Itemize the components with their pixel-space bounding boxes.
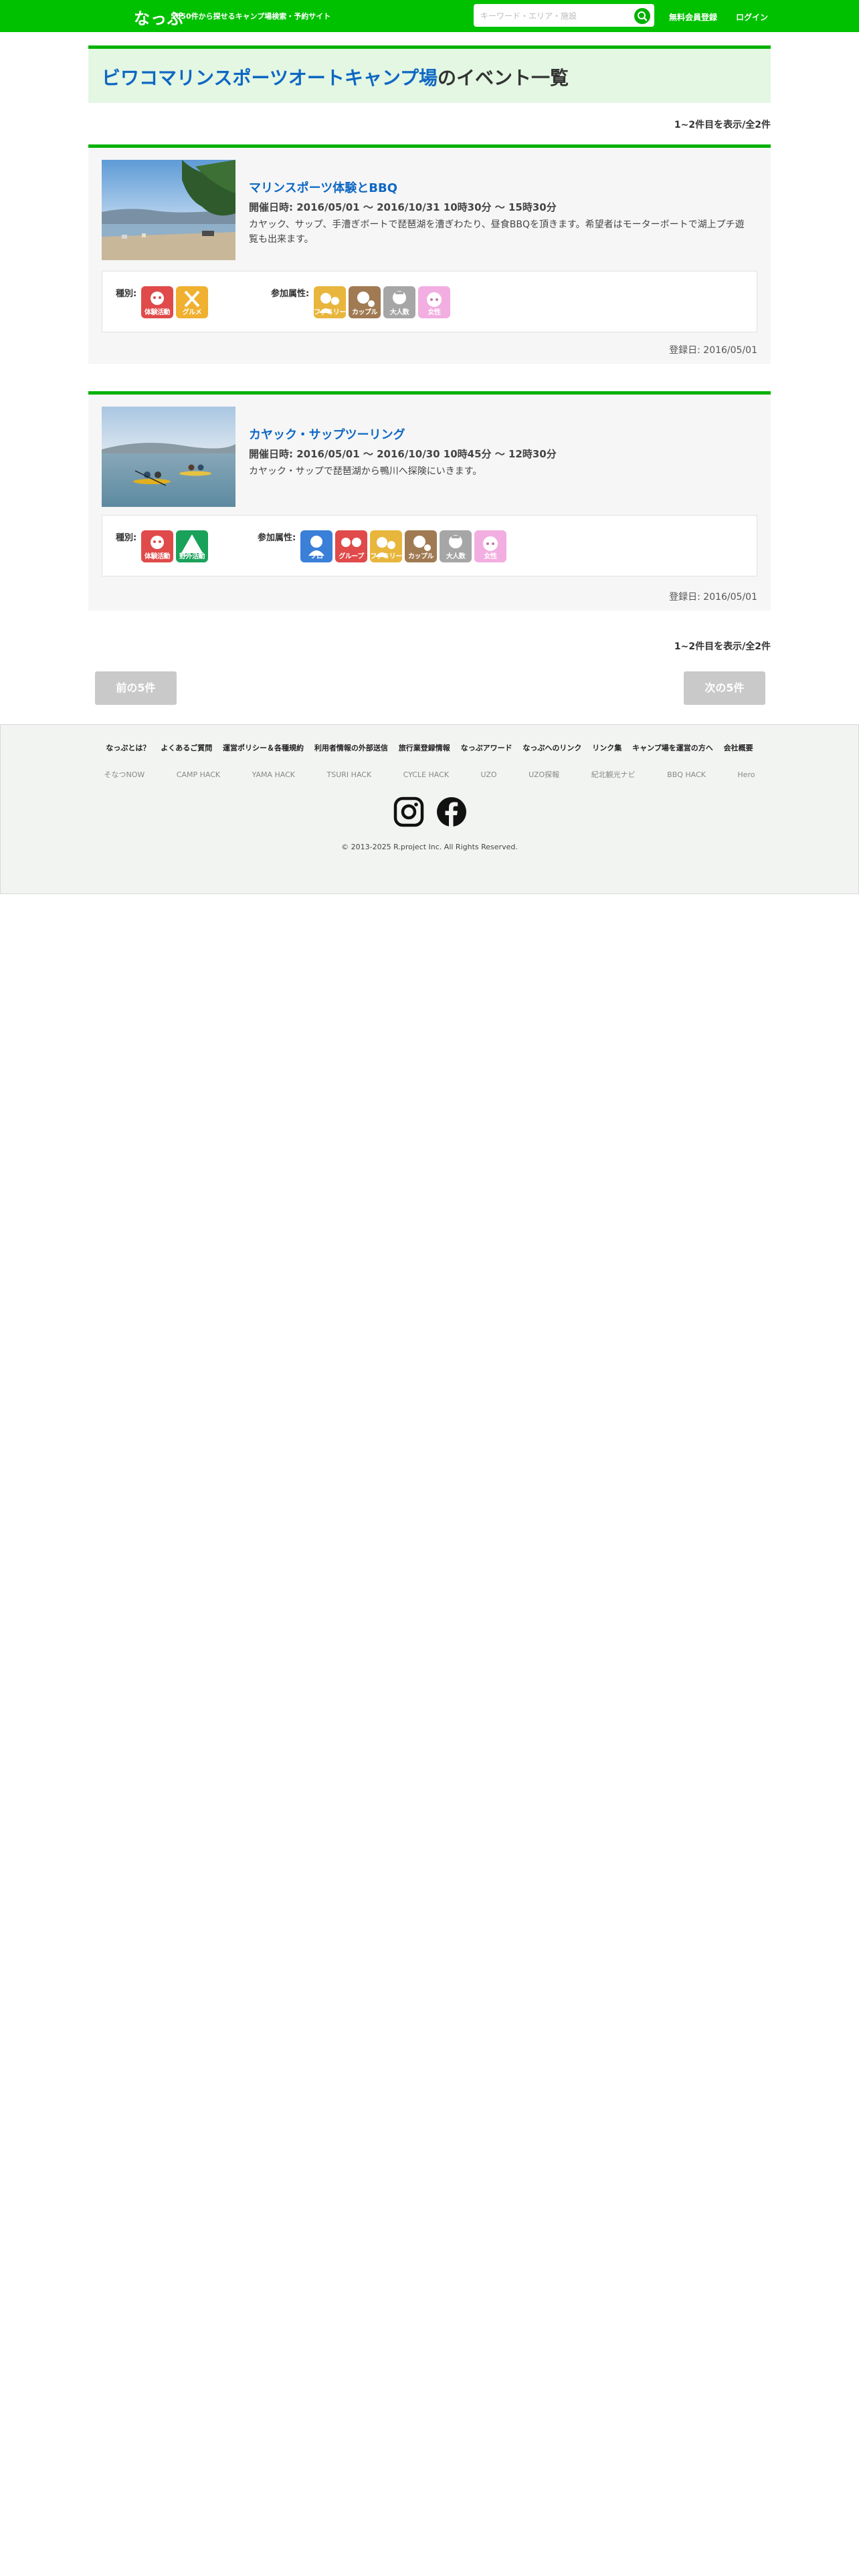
women-icon: 女性 bbox=[474, 530, 506, 562]
footer-link[interactable]: 利用者情報の外部送信 bbox=[314, 744, 388, 752]
partner-site-link[interactable]: CAMP HACK bbox=[177, 770, 220, 779]
lake-beach-photo bbox=[102, 160, 235, 260]
attr-text: ファミリー bbox=[370, 553, 402, 560]
partner-site-link[interactable]: Hero bbox=[737, 770, 755, 779]
event-date: 開催日時: 2016/05/01 ～ 2016/10/31 10時30分 ～ 1… bbox=[249, 201, 557, 213]
instagram-icon[interactable] bbox=[393, 796, 425, 828]
partner-site-link[interactable]: そなつNOW bbox=[104, 770, 145, 779]
footer-link[interactable]: よくあるご質問 bbox=[161, 744, 212, 752]
footer-link[interactable]: なっぷアワード bbox=[461, 744, 512, 752]
type-text: グルメ bbox=[182, 309, 202, 316]
event-card: カヤック・サップツーリング 開催日時: 2016/05/01 ～ 2016/10… bbox=[88, 391, 771, 611]
event-card: マリンスポーツ体験とBBQ 開催日時: 2016/05/01 ～ 2016/10… bbox=[88, 144, 771, 364]
adult-icon: 大人数 bbox=[440, 530, 472, 562]
event-title[interactable]: カヤック・サップツーリング bbox=[249, 425, 405, 443]
friends-icon: グループ bbox=[335, 530, 367, 562]
copyright: © 2013-2025 R.project Inc. All Rights Re… bbox=[341, 843, 518, 851]
title-suffix: のイベント一覧 bbox=[438, 67, 569, 89]
type-label: 種別: bbox=[116, 289, 137, 299]
partner-site-link[interactable]: BBQ HACK bbox=[667, 770, 706, 779]
footer-link[interactable]: キャンプ場を運営の方へ bbox=[632, 744, 713, 752]
site-footer: なっぷとは？ よくあるご質問 運営ポリシー＆各種規約 利用者情報の外部送信 旅行… bbox=[0, 724, 859, 894]
event-attributes: 種別: 体験活動 野外活動 参加属性: ソロ グループ ファミリー カップル 大… bbox=[102, 515, 757, 576]
campsite-link[interactable]: ビワコマリンスポーツオートキャンプ場 bbox=[102, 67, 438, 89]
adult-icon: 大人数 bbox=[383, 286, 415, 318]
event-description: カヤック・サップで琵琶湖から鴨川へ探険にいきます。 bbox=[249, 466, 482, 477]
kayak-photo bbox=[102, 407, 235, 507]
search-icon bbox=[638, 11, 648, 21]
facebook-icon[interactable] bbox=[436, 796, 468, 828]
site-header: なっぷ 5650件から探せるキャンプ場検索・予約サイト 無料会員登録 ログイン bbox=[0, 0, 859, 32]
search-input[interactable] bbox=[479, 8, 629, 24]
login-link[interactable]: ログイン bbox=[736, 11, 768, 23]
outdoor-icon: 野外活動 bbox=[176, 530, 208, 562]
prev-page-button[interactable]: 前の5件 bbox=[95, 671, 177, 705]
attr-text: カップル bbox=[352, 309, 378, 316]
event-description: カヤック、サップ、手漕ぎボートで琵琶湖を漕ぎわたり、昼食BBQを頂きます。希望者… bbox=[249, 219, 745, 245]
partner-site-link[interactable]: TSURI HACK bbox=[327, 770, 372, 779]
family-icon: ファミリー bbox=[370, 530, 402, 562]
gourmet-icon: グルメ bbox=[176, 286, 208, 318]
experience-icon: 体験活動 bbox=[141, 530, 173, 562]
partner-site-link[interactable]: 紀北観光ナビ bbox=[591, 770, 636, 779]
page-title: ビワコマリンスポーツオートキャンプ場のイベント一覧 bbox=[102, 64, 569, 90]
footer-sites: そなつNOW CAMP HACK YAMA HACK TSURI HACK CY… bbox=[1, 769, 858, 780]
footer-link[interactable]: リンク集 bbox=[592, 744, 622, 752]
footer-link[interactable]: 旅行業登録情報 bbox=[399, 744, 450, 752]
event-photo[interactable] bbox=[102, 160, 235, 260]
attr-label: 参加属性: bbox=[258, 533, 296, 543]
footer-link[interactable]: なっぷへのリンク bbox=[522, 744, 581, 752]
footer-link[interactable]: なっぷとは？ bbox=[106, 744, 150, 752]
couple-icon: カップル bbox=[349, 286, 381, 318]
next-page-button[interactable]: 次の5件 bbox=[684, 671, 765, 705]
footer-nav: なっぷとは？ よくあるご質問 運営ポリシー＆各種規約 利用者情報の外部送信 旅行… bbox=[1, 742, 858, 753]
partner-site-link[interactable]: UZO探報 bbox=[529, 770, 559, 779]
attr-text: グループ bbox=[339, 553, 364, 560]
type-text: 体験活動 bbox=[145, 553, 171, 560]
event-date: 開催日時: 2016/05/01 ～ 2016/10/30 10時45分 ～ 1… bbox=[249, 448, 557, 460]
family-icon: ファミリー bbox=[314, 286, 346, 318]
result-count-bottom: 1~2件目を表示/全2件 bbox=[674, 641, 771, 652]
search-button[interactable] bbox=[634, 8, 650, 24]
type-text: 体験活動 bbox=[145, 309, 171, 316]
footer-link[interactable]: 運営ポリシー＆各種規約 bbox=[223, 744, 304, 752]
page-title-box: ビワコマリンスポーツオートキャンプ場のイベント一覧 bbox=[88, 45, 771, 103]
experience-icon: 体験活動 bbox=[141, 286, 173, 318]
site-tagline: 5650件から探せるキャンプ場検索・予約サイト bbox=[171, 12, 331, 21]
registered-date: 登録日: 2016/05/01 bbox=[669, 345, 757, 356]
partner-site-link[interactable]: YAMA HACK bbox=[252, 770, 295, 779]
partner-site-link[interactable]: CYCLE HACK bbox=[403, 770, 449, 779]
attr-text: ファミリー bbox=[314, 309, 346, 316]
registered-date: 登録日: 2016/05/01 bbox=[669, 592, 757, 603]
event-attributes: 種別: 体験活動 グルメ 参加属性: ファミリー カップル 大人数 女性 bbox=[102, 271, 757, 332]
type-label: 種別: bbox=[116, 533, 137, 543]
search-box bbox=[474, 4, 654, 27]
attr-text: ソロ bbox=[310, 553, 324, 560]
register-link[interactable]: 無料会員登録 bbox=[669, 11, 717, 23]
partner-site-link[interactable]: UZO bbox=[481, 770, 497, 779]
couple-icon: カップル bbox=[405, 530, 437, 562]
attr-text: 大人数 bbox=[446, 553, 466, 560]
footer-link[interactable]: 会社概要 bbox=[724, 744, 753, 752]
solo-icon: ソロ bbox=[300, 530, 332, 562]
attr-text: 大人数 bbox=[389, 309, 409, 316]
event-photo[interactable] bbox=[102, 407, 235, 507]
attr-text: カップル bbox=[408, 553, 434, 560]
result-count-top: 1~2件目を表示/全2件 bbox=[674, 120, 771, 130]
event-title[interactable]: マリンスポーツ体験とBBQ bbox=[249, 179, 397, 196]
type-text: 野外活動 bbox=[179, 553, 205, 560]
women-icon: 女性 bbox=[418, 286, 450, 318]
attr-text: 女性 bbox=[427, 309, 442, 316]
attr-text: 女性 bbox=[484, 553, 498, 560]
attr-label: 参加属性: bbox=[271, 289, 310, 299]
